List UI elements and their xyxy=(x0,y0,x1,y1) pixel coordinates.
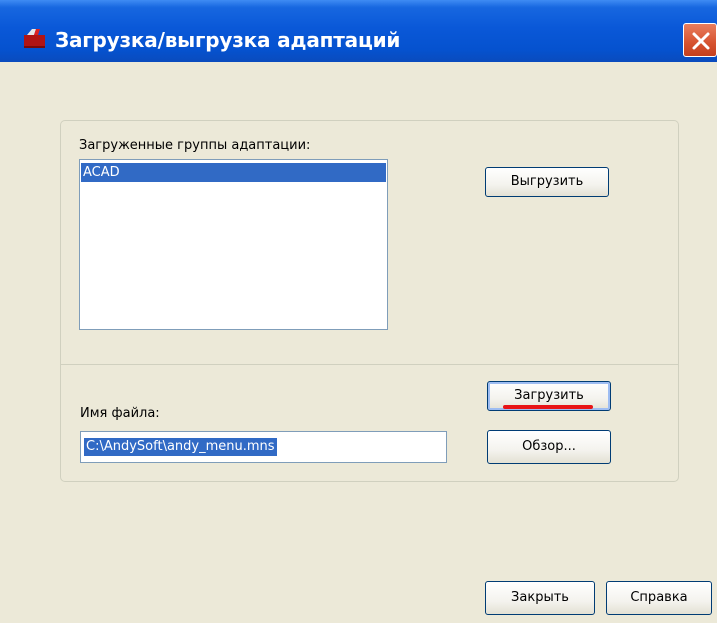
loaded-groups-list[interactable]: ACAD xyxy=(79,159,388,330)
unload-button[interactable]: Выгрузить xyxy=(485,167,609,197)
annotation-underline xyxy=(503,405,593,409)
window-title: Загрузка/выгрузка адаптаций xyxy=(55,28,401,52)
title-bar[interactable]: Загрузка/выгрузка адаптаций xyxy=(0,0,717,62)
close-dialog-button[interactable]: Закрыть xyxy=(485,581,595,615)
filename-value: C:\AndySoft\andy_menu.mns xyxy=(84,438,277,456)
close-icon xyxy=(692,32,710,50)
help-button[interactable]: Справка xyxy=(606,581,712,615)
close-button[interactable] xyxy=(683,23,717,57)
loaded-groups-label: Загруженные группы адаптации: xyxy=(79,138,311,153)
browse-button[interactable]: Обзор... xyxy=(487,430,611,464)
acad-app-icon xyxy=(24,29,46,49)
dialog-window: Загрузка/выгрузка адаптаций Загруженные … xyxy=(0,0,717,623)
filename-input[interactable]: C:\AndySoft\andy_menu.mns xyxy=(80,431,447,463)
list-item[interactable]: ACAD xyxy=(81,163,386,182)
filename-label: Имя файла: xyxy=(80,406,160,421)
